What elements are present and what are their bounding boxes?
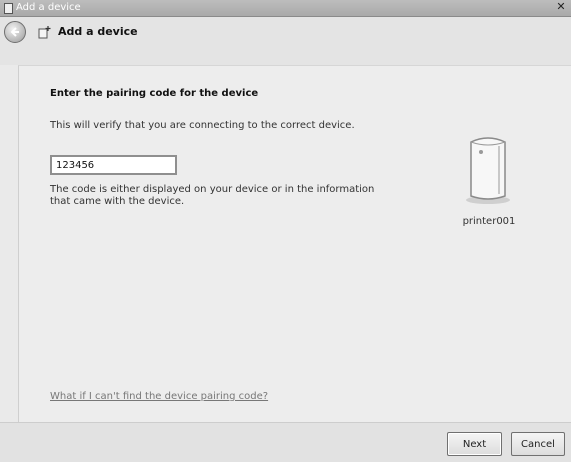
add-device-icon: [38, 26, 51, 39]
printer-icon: [466, 137, 510, 204]
title-bar: Add a device ✕: [0, 0, 571, 17]
pairing-code-help-link[interactable]: What if I can't find the device pairing …: [50, 391, 268, 402]
back-arrow-icon: [10, 27, 19, 37]
pairing-description: This will verify that you are connecting…: [50, 120, 355, 131]
navigation-bar: Add a device: [0, 17, 571, 65]
pairing-hint: The code is either displayed on your dev…: [50, 184, 375, 207]
cancel-button[interactable]: Cancel: [511, 432, 565, 456]
device-name-label: printer001: [462, 216, 516, 227]
next-button[interactable]: Next: [447, 432, 502, 456]
main-content: Enter the pairing code for the device Th…: [18, 65, 571, 422]
window-title: Add a device: [16, 2, 81, 13]
pairing-code-input[interactable]: [50, 155, 177, 175]
pairing-heading: Enter the pairing code for the device: [50, 88, 259, 99]
button-bar: Next Cancel: [0, 422, 571, 462]
back-button[interactable]: [4, 21, 26, 43]
window-icon: [4, 3, 13, 14]
page-title: Add a device: [58, 25, 138, 38]
close-button[interactable]: ✕: [555, 0, 567, 14]
